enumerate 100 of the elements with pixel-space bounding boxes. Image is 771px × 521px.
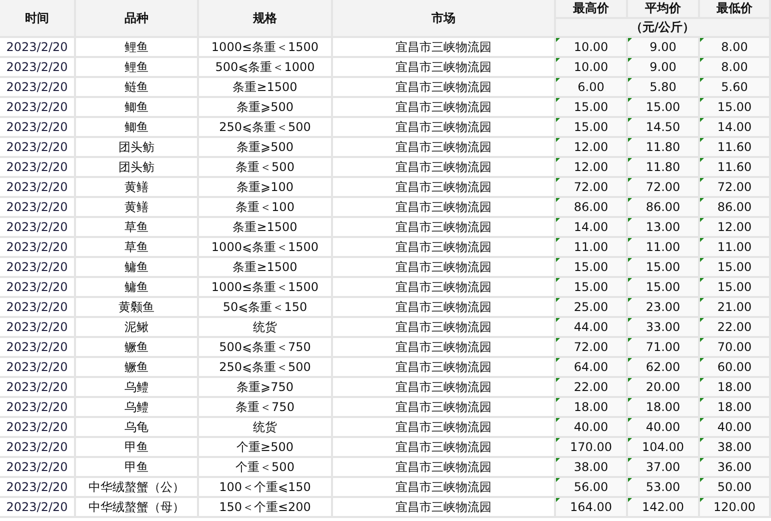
corner-marker-icon xyxy=(700,138,704,142)
corner-marker-icon xyxy=(556,458,560,462)
corner-marker-icon xyxy=(700,238,704,242)
table-cell: 条重⩾500 xyxy=(199,138,331,156)
table-cell: 56.00 xyxy=(556,478,626,496)
corner-marker-icon xyxy=(556,198,560,202)
table-cell: 宜昌市三峡物流园 xyxy=(333,498,554,516)
table-cell: 38.00 xyxy=(556,458,626,476)
column-header: 市场 xyxy=(333,0,554,36)
table-cell: 2023/2/20 xyxy=(0,478,74,496)
table-cell: 36.00 xyxy=(700,458,769,476)
table-cell: 72.00 xyxy=(556,178,626,196)
table-cell: 宜昌市三峡物流园 xyxy=(333,158,554,176)
table-cell: 120.00 xyxy=(700,498,769,516)
table-cell: 2023/2/20 xyxy=(0,178,74,196)
table-cell: 条重≥1500 xyxy=(199,218,331,236)
corner-marker-icon xyxy=(628,498,632,502)
table-cell: 个重≥500 xyxy=(199,438,331,456)
corner-marker-icon xyxy=(628,438,632,442)
table-cell: 6.00 xyxy=(556,78,626,96)
table-cell: 黄颡鱼 xyxy=(76,298,197,316)
table-cell: 500⩽条重＜1000 xyxy=(199,58,331,76)
table-cell: 2023/2/20 xyxy=(0,338,74,356)
corner-marker-icon xyxy=(556,158,560,162)
table-cell: 2023/2/20 xyxy=(0,418,74,436)
table-cell: 104.00 xyxy=(628,438,698,456)
table-cell: 宜昌市三峡物流园 xyxy=(333,378,554,396)
corner-marker-icon xyxy=(700,198,704,202)
corner-marker-icon xyxy=(628,418,632,422)
table-cell: 2023/2/20 xyxy=(0,118,74,136)
table-cell: 条重⩾500 xyxy=(199,98,331,116)
table-cell: 宜昌市三峡物流园 xyxy=(333,238,554,256)
corner-marker-icon xyxy=(700,78,704,82)
table-cell: 37.00 xyxy=(628,458,698,476)
corner-marker-icon xyxy=(556,78,560,82)
table-cell: 宜昌市三峡物流园 xyxy=(333,418,554,436)
corner-marker-icon xyxy=(700,118,704,122)
table-cell: 乌鳢 xyxy=(76,378,197,396)
table-cell: 甲鱼 xyxy=(76,458,197,476)
table-cell: 条重⩾750 xyxy=(199,378,331,396)
corner-marker-icon xyxy=(556,478,560,482)
table-cell: 250⩽条重＜500 xyxy=(199,118,331,136)
table-cell: 64.00 xyxy=(556,358,626,376)
table-cell: 鲫鱼 xyxy=(76,118,197,136)
table-cell: 11.80 xyxy=(628,138,698,156)
table-cell: 统货 xyxy=(199,418,331,436)
table-cell: 宜昌市三峡物流园 xyxy=(333,478,554,496)
table-cell: 14.50 xyxy=(628,118,698,136)
table-cell: 11.00 xyxy=(628,238,698,256)
table-cell: 15.00 xyxy=(556,258,626,276)
table-cell: 宜昌市三峡物流园 xyxy=(333,78,554,96)
corner-marker-icon xyxy=(628,198,632,202)
table-cell: 1000≤条重＜1500 xyxy=(199,278,331,296)
table-cell: 164.00 xyxy=(556,498,626,516)
table-cell: 15.00 xyxy=(700,258,769,276)
corner-marker-icon xyxy=(628,138,632,142)
column-header: 规格 xyxy=(199,0,331,36)
table-cell: 团头鲂 xyxy=(76,138,197,156)
table-cell: 条重＜750 xyxy=(199,398,331,416)
table-cell: 15.00 xyxy=(628,278,698,296)
table-cell: 86.00 xyxy=(700,198,769,216)
table-cell: 2023/2/20 xyxy=(0,318,74,336)
corner-marker-icon xyxy=(556,58,560,62)
table-cell: 72.00 xyxy=(556,338,626,356)
table-cell: 9.00 xyxy=(628,38,698,56)
table-cell: 宜昌市三峡物流园 xyxy=(333,38,554,56)
table-cell: 40.00 xyxy=(700,418,769,436)
table-cell: 86.00 xyxy=(628,198,698,216)
corner-marker-icon xyxy=(628,358,632,362)
corner-marker-icon xyxy=(628,38,632,42)
table-cell: 150＜个重≤200 xyxy=(199,498,331,516)
table-cell: 团头鲂 xyxy=(76,158,197,176)
table-cell: 2023/2/20 xyxy=(0,198,74,216)
table-cell: 20.00 xyxy=(628,378,698,396)
table-cell: 宜昌市三峡物流园 xyxy=(333,58,554,76)
table-cell: 中华绒螯蟹（母） xyxy=(76,498,197,516)
table-cell: 18.00 xyxy=(556,398,626,416)
corner-marker-icon xyxy=(628,78,632,82)
corner-marker-icon xyxy=(700,498,704,502)
corner-marker-icon xyxy=(700,398,704,402)
table-cell: 11.60 xyxy=(700,138,769,156)
corner-marker-icon xyxy=(700,338,704,342)
corner-marker-icon xyxy=(628,478,632,482)
table-cell: 12.00 xyxy=(556,158,626,176)
corner-marker-icon xyxy=(628,338,632,342)
table-cell: 60.00 xyxy=(700,358,769,376)
table-cell: 宜昌市三峡物流园 xyxy=(333,118,554,136)
corner-marker-icon xyxy=(700,358,704,362)
table-cell: 2023/2/20 xyxy=(0,238,74,256)
table-cell: 100＜个重⩽150 xyxy=(199,478,331,496)
table-cell: 15.00 xyxy=(556,118,626,136)
corner-marker-icon xyxy=(700,298,704,302)
unit-header: （元/公斤） xyxy=(556,19,769,36)
table-cell: 5.80 xyxy=(628,78,698,96)
table-cell: 条重≥1500 xyxy=(199,258,331,276)
table-cell: 宜昌市三峡物流园 xyxy=(333,458,554,476)
corner-marker-icon xyxy=(556,238,560,242)
table-cell: 草鱼 xyxy=(76,238,197,256)
table-cell: 条重＜500 xyxy=(199,158,331,176)
table-cell: 40.00 xyxy=(628,418,698,436)
